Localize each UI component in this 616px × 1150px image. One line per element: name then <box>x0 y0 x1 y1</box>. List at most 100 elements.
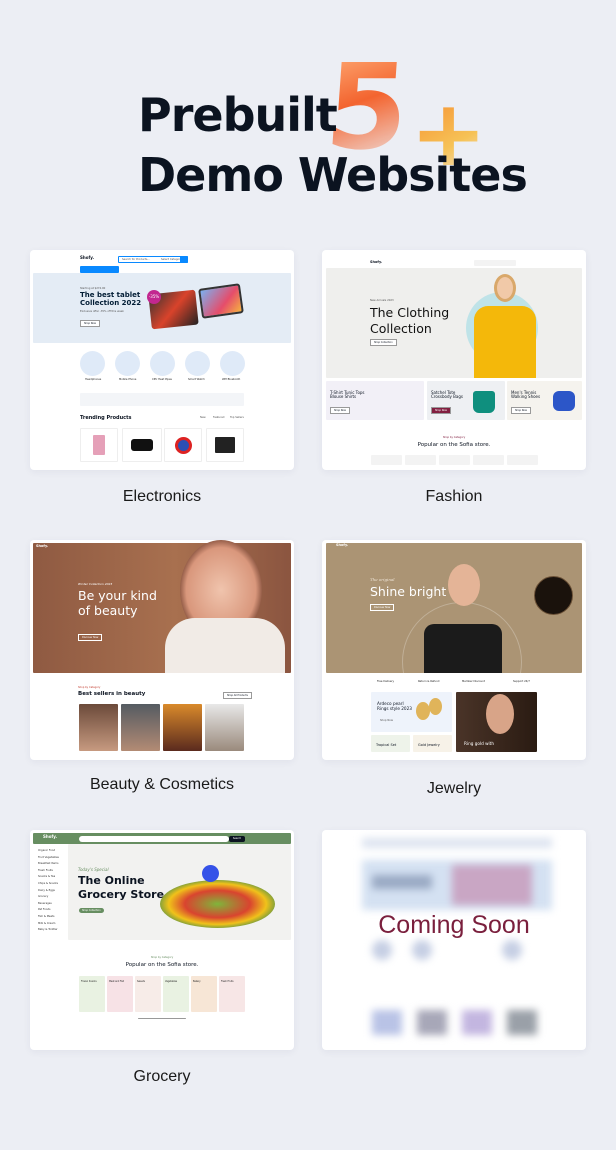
product-image[interactable] <box>79 704 118 751</box>
product-image[interactable] <box>163 704 202 751</box>
tile-label: Frozen Snacks <box>81 980 97 983</box>
hero-title-2: Collection 2022 <box>80 299 142 307</box>
section-title: Trending Products <box>80 415 132 421</box>
logo: Shofy. <box>80 255 94 260</box>
demo-card-grocery[interactable]: Shofy. Search Organic Food Fruit Vegetabl… <box>30 830 294 1050</box>
sidebar-item[interactable]: Milk & Cream <box>38 922 55 926</box>
hero-title: Shine bright <box>370 584 447 599</box>
demo-label: Beauty & Cosmetics <box>89 776 235 793</box>
product-image[interactable] <box>121 704 160 751</box>
model-image <box>448 564 480 606</box>
hero-kicker: The original <box>370 577 395 582</box>
shop-collection-button[interactable]: Shop Collection <box>370 339 397 346</box>
demo-card-coming-soon: Coming Soon <box>322 830 586 1050</box>
logo: Shofy. <box>36 544 49 548</box>
category-tile[interactable]: Meat and Fish <box>107 976 133 1012</box>
discover-button[interactable]: Discover Now <box>78 634 103 641</box>
tile-label: Bakery <box>193 980 201 983</box>
section-title: Popular on the Sofia store. <box>417 442 491 448</box>
demo-card-electronics[interactable]: Shofy. Search for Products... Select Cate… <box>30 250 294 470</box>
hero-title-2: Collection <box>370 321 432 336</box>
sidebar-item[interactable]: Chips & Snacks <box>38 882 58 886</box>
search-button[interactable]: Search <box>229 836 245 842</box>
promo-ring-gold[interactable]: Ring gold with <box>456 692 537 752</box>
search-input[interactable]: Search for Products... Select Category <box>118 256 188 263</box>
search-button[interactable] <box>180 256 188 263</box>
sidebar-item[interactable]: Organic Food <box>38 849 55 853</box>
section-title: Popular on the Sofia store. <box>125 962 199 968</box>
feature: Return & Refund <box>418 680 440 683</box>
product-card[interactable] <box>80 428 118 462</box>
heading-line-1: Prebuilt <box>138 88 338 142</box>
tab[interactable]: Top Sellers <box>230 416 244 420</box>
hero-sub: Exclusive offer -35% off this week <box>80 310 124 313</box>
feature: Member Discount <box>462 680 485 683</box>
sidebar-item[interactable]: Fresh Fruits <box>38 869 53 873</box>
product-card[interactable] <box>164 428 202 462</box>
model-image <box>474 306 536 378</box>
discount-badge <box>202 865 219 882</box>
demo-card-beauty[interactable]: Shofy. Winter Collection 2023 Be your ki… <box>30 540 294 760</box>
discount-badge: -35% <box>147 290 161 304</box>
model-dress <box>424 624 502 673</box>
product-image[interactable] <box>205 704 244 751</box>
tile-label: Sweets <box>137 980 145 983</box>
feature: Free Delivery <box>377 680 395 683</box>
tile-label: Vegetables <box>165 980 178 983</box>
section-title: Best sellers in beauty <box>78 691 146 697</box>
demo-card-fashion[interactable]: Shofy. New Arrivals 2023 The Clothing Co… <box>322 250 586 470</box>
model-face <box>494 274 516 302</box>
category-tile[interactable]: Vegetables <box>163 976 189 1012</box>
hero-kicker: New Arrivals 2023 <box>370 299 394 302</box>
tab[interactable]: New <box>200 416 206 420</box>
search-input[interactable] <box>79 836 229 842</box>
hero-title: Be your kind <box>78 588 157 603</box>
categories-button[interactable] <box>80 266 119 273</box>
sidebar-item[interactable]: Fish & Meats <box>38 915 54 919</box>
sidebar-item[interactable]: Baby & Toddler <box>38 928 58 932</box>
search-input[interactable] <box>474 260 516 266</box>
sidebar-item[interactable]: Grocery <box>38 895 48 899</box>
hero-title-2: Grocery Store <box>78 888 165 901</box>
sidebar-item[interactable]: Pet Foods <box>38 909 50 912</box>
category-tile[interactable]: Fresh Fruits <box>219 976 245 1012</box>
product-card[interactable] <box>206 428 244 462</box>
banner-shoes[interactable]: Men's Tennis Walking Shoes Shop Now <box>507 381 582 420</box>
demo-label: Electronics <box>122 488 202 505</box>
category-tile[interactable]: Bakery <box>191 976 217 1012</box>
promo-gold[interactable]: Gold Jewelry <box>413 735 452 752</box>
sidebar-item[interactable]: Breakfast Items <box>38 862 58 866</box>
sidebar-item[interactable]: Dairy & Eggs <box>38 889 55 893</box>
tab[interactable]: Featured <box>213 416 224 420</box>
sidebar-item[interactable]: Snacks & Tea <box>38 876 55 879</box>
hero-title: The Online <box>78 874 145 887</box>
shop-collection-button[interactable]: Shop Collection <box>79 908 104 913</box>
banner-tops[interactable]: T-Shirt Tunic Tops Blouse Shirts Shop Now <box>326 381 424 420</box>
demo-label: Jewelry <box>426 780 482 797</box>
discover-button[interactable]: Discover Now <box>370 604 395 611</box>
banner-bags[interactable]: Satchel Tote Crossbody Bags Shop Now <box>427 381 505 420</box>
sidebar-item[interactable]: Beverages <box>38 902 52 906</box>
section-kicker: Shop by Category <box>78 686 101 689</box>
shop-all-button[interactable]: Shop All Products <box>223 692 252 699</box>
scrollbar[interactable] <box>138 1018 186 1019</box>
shop-now-button[interactable]: Shop Now <box>80 320 100 327</box>
earring-image <box>534 576 573 615</box>
demo-label: Grocery <box>133 1068 191 1085</box>
promo-rings[interactable]: Ardeco pearl Rings style 2023 Shop Now <box>371 692 452 732</box>
coming-soon-text: Coming Soon <box>378 911 530 939</box>
section-kicker: Shop by Category <box>442 436 466 439</box>
feature: Support 24/7 <box>513 680 530 683</box>
promo-tropical[interactable]: Tropical Set <box>371 735 410 752</box>
sidebar-item[interactable]: Fruit Vegetables <box>38 856 59 860</box>
hero-kicker: Today's Special <box>78 867 109 872</box>
heading-line-2: Demo Websites <box>138 148 528 202</box>
features-bar <box>80 393 244 406</box>
category-tile[interactable]: Sweets <box>135 976 161 1012</box>
tile-label: Meat and Fish <box>109 980 125 983</box>
product-card[interactable] <box>122 428 162 462</box>
demo-card-jewelry[interactable]: Shofy. The original Shine bright Discove… <box>322 540 586 760</box>
model-blouse <box>165 618 285 673</box>
demo-label: Fashion <box>425 488 483 505</box>
category-tile[interactable]: Frozen Snacks <box>79 976 105 1012</box>
